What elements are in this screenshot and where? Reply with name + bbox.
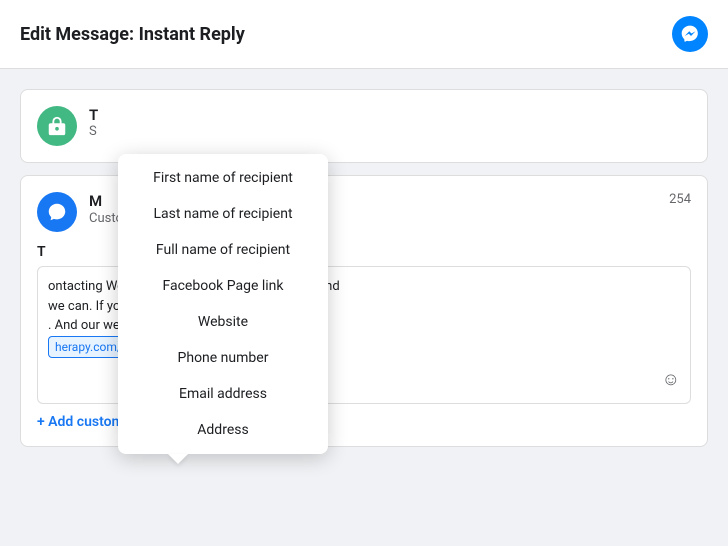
dropdown-item-full-name[interactable]: Full name of recipient: [118, 232, 328, 268]
avatar-1: [37, 106, 77, 146]
avatar-2: [37, 192, 77, 232]
dropdown-item-last-name[interactable]: Last name of recipient: [118, 196, 328, 232]
page-header: Edit Message: Instant Reply: [0, 0, 728, 69]
tag-text: herapy.com/: [55, 338, 122, 356]
dropdown-arrow: [168, 454, 188, 464]
card-1-subtitle: S: [89, 124, 691, 139]
card-1-title: T: [89, 106, 691, 124]
lock-icon: [46, 115, 68, 137]
char-count: 254: [669, 192, 691, 207]
messenger-icon-button[interactable]: [672, 16, 708, 52]
card-1-content: T S: [89, 106, 691, 139]
card-1: T S: [20, 89, 708, 163]
dropdown-item-first-name[interactable]: First name of recipient: [118, 160, 328, 196]
page-title: Edit Message: Instant Reply: [20, 24, 245, 45]
chat-icon: [46, 201, 68, 223]
dropdown-item-address[interactable]: Address: [118, 412, 328, 448]
main-content: T S M Customize the message that you sen…: [0, 69, 728, 467]
dropdown-item-email[interactable]: Email address: [118, 376, 328, 412]
dropdown-item-phone[interactable]: Phone number: [118, 340, 328, 376]
dropdown-item-fb-page[interactable]: Facebook Page link: [118, 268, 328, 304]
dropdown-menu: First name of recipient Last name of rec…: [118, 154, 328, 454]
emoji-icon[interactable]: ☺: [662, 366, 680, 393]
dropdown-item-website[interactable]: Website: [118, 304, 328, 340]
messenger-icon: [680, 24, 700, 44]
